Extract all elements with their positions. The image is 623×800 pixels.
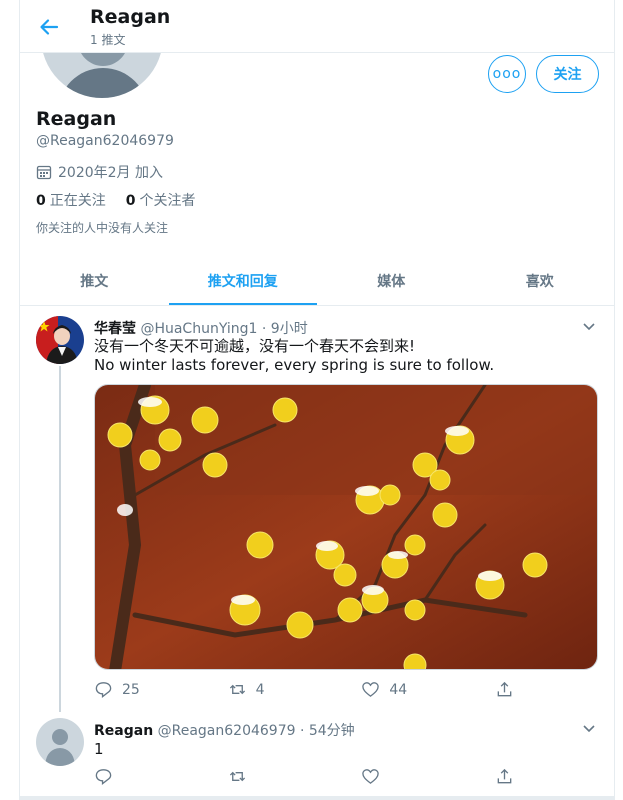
tweet-text-line-2: No winter lasts forever, every spring is… <box>94 356 495 374</box>
reply-author-name[interactable]: Reagan <box>94 723 153 739</box>
default-avatar-icon <box>45 729 75 766</box>
reply-time[interactable]: · 54分钟 <box>300 723 355 739</box>
like-button[interactable]: 44 <box>361 680 495 699</box>
tweet-time[interactable]: · 9小时 <box>262 321 308 337</box>
reply-button[interactable]: 25 <box>94 680 228 699</box>
retweet-icon <box>229 684 245 695</box>
profile-handle: @Reagan62046979 <box>36 133 174 149</box>
header-tweet-count: 1 推文 <box>90 33 126 47</box>
tab-tweets[interactable]: 推文 <box>20 256 169 305</box>
back-button[interactable] <box>32 10 66 44</box>
share-button[interactable] <box>495 680 514 699</box>
reply-count: 25 <box>122 681 140 698</box>
followers-link[interactable]: 0 个关注者 <box>126 190 196 210</box>
reply-author-avatar[interactable] <box>36 718 84 766</box>
chevron-down-icon[interactable] <box>580 719 598 737</box>
tweet-actions: 25 4 44 <box>94 680 514 699</box>
follow-button[interactable]: 关注 <box>536 55 599 93</box>
joined-date: 2020年2月 加入 <box>36 162 163 182</box>
tweet-author-handle[interactable]: @HuaChunYing1 <box>140 321 257 337</box>
profile-name: Reagan <box>36 108 117 130</box>
tweet-media-image[interactable] <box>94 384 598 670</box>
author-photo <box>36 316 84 364</box>
wintersweet-photo <box>95 385 597 669</box>
followers-count: 0 <box>125 193 136 209</box>
reply-button[interactable] <box>94 767 228 786</box>
joined-text: 2020年2月 加入 <box>58 165 163 181</box>
header-title: Reagan <box>90 6 171 28</box>
top-bar: Reagan 1 推文 <box>20 0 614 53</box>
tweet-text-line-1: 没有一个冬天不可逾越，没有一个春天不会到来! <box>94 337 416 355</box>
tab-media[interactable]: 媒体 <box>317 256 466 305</box>
tweet-author-avatar[interactable] <box>36 316 84 364</box>
mutual-followers-note: 你关注的人中没有人关注 <box>36 221 169 235</box>
reply-header: Reagan @Reagan62046979 · 54分钟 <box>94 720 355 740</box>
reply-actions <box>94 767 514 786</box>
like-count: 44 <box>389 681 408 698</box>
reply-text: 1 <box>94 740 104 758</box>
feed-divider <box>20 796 614 800</box>
reply-icon <box>95 769 112 785</box>
like-button[interactable] <box>361 767 495 786</box>
reply-author-handle[interactable]: @Reagan62046979 <box>158 723 296 739</box>
like-icon <box>362 682 380 697</box>
profile-tabs: 推文 推文和回复 媒体 喜欢 <box>20 256 614 306</box>
following-count: 0 <box>36 193 46 209</box>
tweet-author-name[interactable]: 华春莹 <box>94 321 136 337</box>
tab-tweets-and-replies[interactable]: 推文和回复 <box>168 256 318 305</box>
reply-icon <box>95 682 112 698</box>
share-button[interactable] <box>495 767 514 786</box>
thread-connector <box>59 366 61 712</box>
back-arrow-icon <box>40 19 59 35</box>
following-label: 正在关注 <box>49 193 106 209</box>
calendar-icon <box>36 165 52 180</box>
follow-stats: 0 正在关注 0 个关注者 <box>36 190 196 210</box>
chevron-down-icon[interactable] <box>580 317 598 335</box>
profile-page: ooo 关注 Reagan @Reagan62046979 2020年2月 加入… <box>19 0 615 800</box>
tab-likes[interactable]: 喜欢 <box>466 256 615 305</box>
like-icon <box>362 769 380 784</box>
retweet-button[interactable]: 4 <box>228 680 362 699</box>
share-icon <box>497 768 512 784</box>
followers-label: 个关注者 <box>139 193 196 209</box>
retweet-button[interactable] <box>228 767 362 786</box>
avatar-body-shape <box>58 68 148 98</box>
share-icon <box>497 681 512 697</box>
retweet-count: 4 <box>255 681 265 698</box>
following-link[interactable]: 0 正在关注 <box>36 190 106 210</box>
tweet-header: 华春莹 @HuaChunYing1 · 9小时 <box>94 318 308 338</box>
more-options-button[interactable]: ooo <box>488 55 526 93</box>
retweet-icon <box>229 771 245 782</box>
